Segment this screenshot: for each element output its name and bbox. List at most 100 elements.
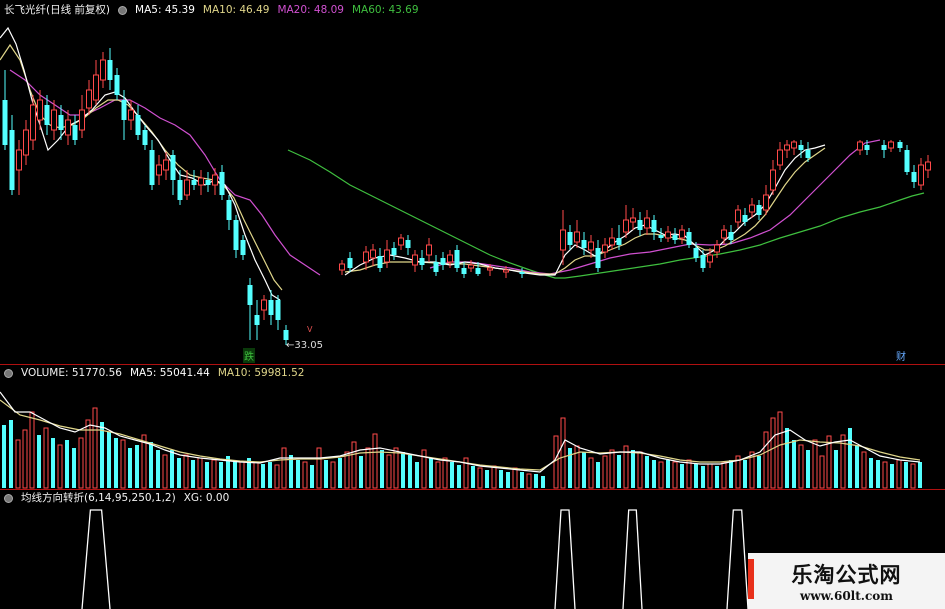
candlestick <box>240 235 246 260</box>
candlestick <box>651 215 657 240</box>
candlestick <box>370 244 376 266</box>
candlestick <box>791 140 797 155</box>
candle-body <box>433 262 439 272</box>
candlestick <box>135 105 141 140</box>
candle-body <box>261 299 267 311</box>
price-pane[interactable]: 长飞光纤(日线 前复权) MA5: 45.39 MA10: 46.49 MA20… <box>0 0 945 364</box>
candle-body <box>440 258 446 265</box>
candle-body <box>142 130 148 145</box>
volume-pane[interactable]: VOLUME: 51770.56 MA5: 55041.44 MA10: 599… <box>0 365 945 489</box>
candle-body <box>30 104 36 141</box>
volume-settings-icon[interactable] <box>4 368 13 378</box>
candle-body <box>805 150 811 158</box>
candlestick <box>665 226 671 242</box>
candle-body <box>595 248 601 268</box>
candle-body <box>51 109 57 131</box>
candlestick <box>377 248 383 272</box>
candle-body <box>58 115 64 130</box>
candle-body <box>2 100 8 145</box>
event-tag-die[interactable]: 跌 <box>243 348 255 363</box>
ma20-line <box>9 69 321 276</box>
candlestick <box>363 246 369 270</box>
candlestick <box>749 198 755 218</box>
candlestick <box>658 228 664 242</box>
candlestick <box>756 200 762 220</box>
candle-body <box>791 141 797 149</box>
candlestick <box>384 240 390 268</box>
candle-body <box>23 129 29 156</box>
candlestick <box>609 228 615 250</box>
candle-body <box>609 237 615 246</box>
candle-body <box>121 100 127 120</box>
candlestick <box>72 115 78 145</box>
candlestick <box>454 245 460 272</box>
candle-body <box>468 264 474 269</box>
candlestick <box>595 240 601 272</box>
indicator-settings-icon[interactable] <box>4 493 13 503</box>
candle-body <box>177 180 183 200</box>
candlestick <box>191 170 197 190</box>
candle-body <box>283 330 289 340</box>
candle-body <box>100 59 106 81</box>
candlestick <box>686 228 692 248</box>
candlestick <box>9 115 15 195</box>
candle-body <box>700 255 706 268</box>
candlestick <box>721 225 727 244</box>
candlestick <box>156 155 162 185</box>
candle-body <box>149 150 155 185</box>
candlestick <box>784 140 790 158</box>
candlestick <box>426 238 432 262</box>
candlestick <box>149 140 155 190</box>
candle-body <box>268 300 274 315</box>
candle-body <box>391 248 397 255</box>
low-price-label: ←33.05 <box>286 340 324 351</box>
candle-body <box>519 272 525 274</box>
candle-body <box>79 109 85 131</box>
candle-body <box>339 263 345 271</box>
candlestick <box>412 250 418 272</box>
candlestick <box>574 220 580 248</box>
candle-body <box>247 285 253 305</box>
candlestick <box>391 242 397 260</box>
candle-body <box>784 144 790 151</box>
candle-body <box>170 155 176 180</box>
candle-body <box>275 300 281 320</box>
candlestick <box>212 168 218 195</box>
price-chart[interactable] <box>0 0 945 364</box>
watermark-accent <box>748 559 754 599</box>
candle-body <box>897 142 903 148</box>
candlestick <box>637 212 643 236</box>
candle-body <box>426 244 432 256</box>
candle-body <box>588 241 594 251</box>
candlestick <box>897 140 903 152</box>
candle-body <box>233 220 239 250</box>
candlestick <box>205 172 211 192</box>
candle-body <box>665 231 671 239</box>
candlestick <box>254 300 260 340</box>
candlestick <box>405 235 411 255</box>
event-tag-v[interactable]: V <box>307 325 312 334</box>
candlestick <box>198 170 204 195</box>
candle-body <box>226 200 232 220</box>
candle-body <box>461 268 467 274</box>
volume-ma10-readout: MA10: 59981.52 <box>217 367 305 379</box>
candle-body <box>419 258 425 265</box>
candle-body <box>370 249 376 259</box>
candle-body <box>447 254 453 263</box>
candle-body <box>728 232 734 240</box>
candle-body <box>37 99 43 121</box>
candle-body <box>191 180 197 185</box>
candlestick <box>93 60 99 105</box>
candle-body <box>93 74 99 101</box>
candlestick <box>447 250 453 268</box>
candlestick <box>419 250 425 270</box>
event-tag-cai[interactable]: 财 <box>896 348 906 363</box>
candlestick <box>86 80 92 115</box>
candle-body <box>742 215 748 222</box>
candle-body <box>212 174 218 186</box>
candlestick <box>602 238 608 258</box>
candle-body <box>567 232 573 245</box>
candle-body <box>9 130 15 190</box>
candle-body <box>616 238 622 245</box>
candlestick <box>79 95 85 138</box>
